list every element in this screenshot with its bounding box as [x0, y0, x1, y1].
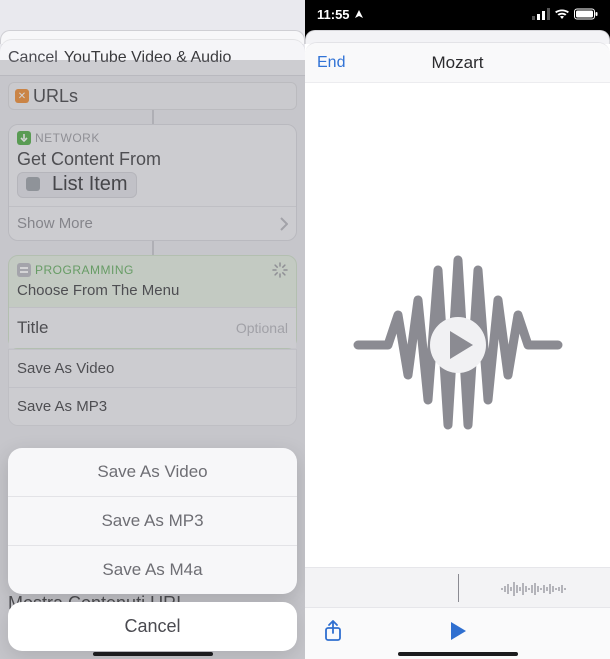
- share-button[interactable]: [323, 619, 343, 648]
- player-body: [305, 83, 610, 607]
- battery-icon: [574, 8, 598, 20]
- track-title: Mozart: [432, 53, 484, 73]
- cellular-icon: [532, 8, 550, 20]
- mini-waveform-icon: [500, 580, 580, 598]
- status-time: 11:55: [317, 7, 350, 22]
- location-icon: [354, 9, 364, 19]
- play-button[interactable]: [449, 621, 467, 646]
- action-save-m4a[interactable]: Save As M4a: [8, 545, 297, 594]
- player-header: End Mozart: [305, 43, 610, 83]
- scrub-playhead-icon: [458, 574, 459, 602]
- action-cancel[interactable]: Cancel: [8, 602, 297, 651]
- action-save-video[interactable]: Save As Video: [8, 448, 297, 496]
- wifi-icon: [554, 8, 570, 20]
- end-button[interactable]: End: [317, 54, 345, 72]
- home-indicator: [398, 652, 518, 656]
- waveform-art-icon: [353, 245, 563, 445]
- scrub-strip[interactable]: [305, 567, 610, 607]
- action-sheet: Save As Video Save As MP3 Save As M4a Ca…: [8, 448, 297, 651]
- status-bar: 11:55: [305, 0, 610, 28]
- home-indicator: [93, 652, 213, 656]
- action-save-mp3[interactable]: Save As MP3: [8, 496, 297, 545]
